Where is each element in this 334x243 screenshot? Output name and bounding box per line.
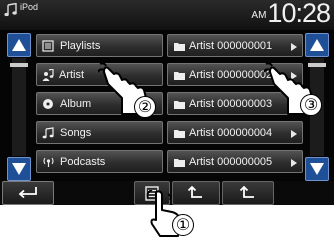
left-scroll-thumb[interactable] bbox=[10, 63, 28, 67]
play-arrow-icon bbox=[291, 159, 297, 167]
artist-label: Artist 000000002 bbox=[189, 69, 273, 81]
category-label: Album bbox=[60, 98, 92, 110]
artist-item[interactable]: Artist 000000004 bbox=[167, 121, 303, 144]
status-bar: iPod AM10:28 bbox=[0, 0, 334, 30]
album-icon bbox=[43, 99, 53, 109]
source-label: iPod bbox=[20, 2, 39, 12]
category-label: Artist bbox=[59, 69, 85, 81]
callout-number: ① bbox=[172, 214, 194, 236]
playlist-icon bbox=[42, 40, 54, 52]
triangle-down-icon bbox=[12, 163, 26, 175]
clock-ampm: AM bbox=[251, 10, 267, 21]
music-note-icon bbox=[4, 3, 17, 17]
left-scroll-down-button[interactable] bbox=[7, 157, 31, 181]
triangle-down-icon bbox=[310, 163, 324, 175]
clock-time: 10:28 bbox=[267, 0, 331, 28]
artist-label: Artist 000000001 bbox=[189, 40, 273, 52]
artist-icon bbox=[42, 69, 54, 81]
category-item-playlists[interactable]: Playlists bbox=[36, 34, 163, 57]
left-scroll-up-button[interactable] bbox=[7, 33, 31, 57]
podcasts-icon bbox=[43, 157, 54, 167]
top-level-icon bbox=[239, 186, 254, 198]
category-label: Playlists bbox=[60, 40, 101, 52]
right-scroll-down-button[interactable] bbox=[305, 157, 329, 181]
artist-item[interactable]: Artist 000000001 bbox=[167, 34, 303, 57]
category-item-songs[interactable]: Songs bbox=[36, 121, 163, 144]
artist-item[interactable]: Artist 000000005 bbox=[167, 150, 303, 173]
clock: AM10:28 bbox=[251, 0, 331, 29]
songs-icon bbox=[42, 127, 54, 139]
category-label: Songs bbox=[60, 127, 92, 139]
folder-icon bbox=[174, 72, 185, 80]
folder-icon bbox=[174, 43, 185, 51]
folder-icon bbox=[174, 130, 185, 138]
play-arrow-icon bbox=[291, 43, 297, 51]
triangle-up-icon bbox=[310, 39, 324, 51]
left-scroll-track[interactable] bbox=[12, 58, 26, 156]
callout-number: ③ bbox=[300, 94, 322, 116]
play-arrow-icon bbox=[291, 130, 297, 138]
folder-icon bbox=[174, 101, 185, 109]
return-icon bbox=[18, 187, 37, 199]
top-level-button[interactable] bbox=[222, 181, 274, 205]
back-button[interactable] bbox=[2, 181, 54, 205]
up-level-icon bbox=[187, 186, 202, 198]
artist-label: Artist 000000003 bbox=[189, 98, 273, 110]
triangle-up-icon bbox=[12, 39, 26, 51]
category-label: Podcasts bbox=[60, 156, 106, 168]
callout-number: ② bbox=[134, 96, 156, 118]
folder-icon bbox=[174, 159, 185, 167]
artist-label: Artist 000000004 bbox=[189, 127, 273, 139]
artist-label: Artist 000000005 bbox=[189, 156, 273, 168]
category-item-podcasts[interactable]: Podcasts bbox=[36, 150, 163, 173]
right-scroll-up-button[interactable] bbox=[305, 33, 329, 57]
